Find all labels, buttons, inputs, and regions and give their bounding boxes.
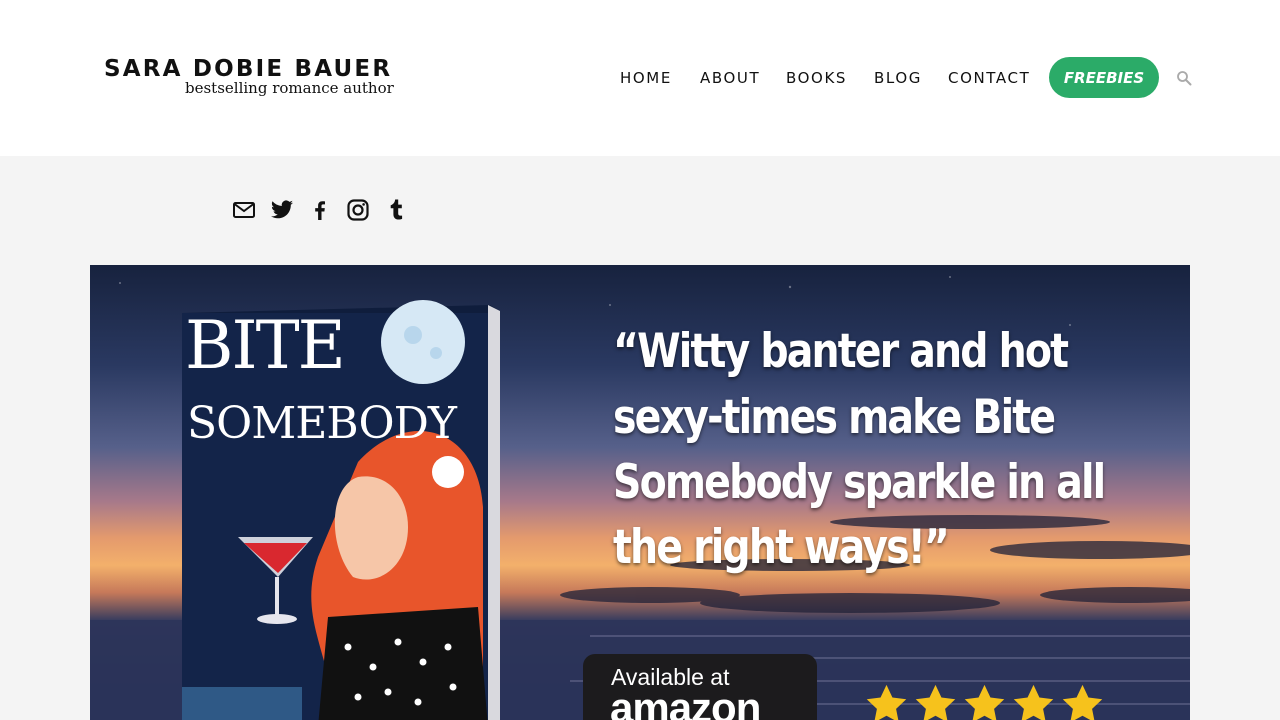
nav-books[interactable]: BOOKS [786,68,847,90]
star-icon [964,684,1005,720]
quote-line-3: Somebody sparkle in all [613,455,1106,510]
book-title-line2: SOMEBODY [187,398,457,449]
nav-about[interactable]: ABOUT [700,68,760,90]
nav-blog[interactable]: BLOG [874,68,922,90]
quote-line-2: sexy-times make Bite [613,390,1056,445]
site-header: SARA DOBIE BAUER bestselling romance aut… [0,0,1280,156]
quote-line-4: the right ways!” [613,520,950,575]
search-icon[interactable] [1176,70,1192,86]
star-icon [915,684,956,720]
book-title-line1: BITE [185,307,346,384]
tumblr-icon[interactable] [384,198,408,222]
twitter-icon[interactable] [270,198,294,222]
instagram-icon[interactable] [346,198,370,222]
star-icon [866,684,907,720]
freebies-button[interactable]: FREEBIES [1049,57,1159,98]
rating-stars [863,682,1106,720]
amazon-wordmark: amazon [610,684,761,720]
site-tagline: bestselling romance author [185,79,394,97]
social-icons [232,196,408,224]
star-icon [1013,684,1054,720]
nav-home[interactable]: HOME [620,68,672,90]
star-icon [1062,684,1103,720]
nav-contact[interactable]: CONTACT [948,68,1030,90]
freebies-label: FREEBIES [1063,68,1145,87]
hero-banner: BITE SOMEBODY “Witty banter and hot sexy… [90,265,1190,720]
email-icon[interactable] [232,198,256,222]
quote-line-1: “Witty banter and hot [613,324,1069,379]
facebook-icon[interactable] [308,198,332,222]
amazon-badge[interactable]: Available at amazon [583,654,817,720]
